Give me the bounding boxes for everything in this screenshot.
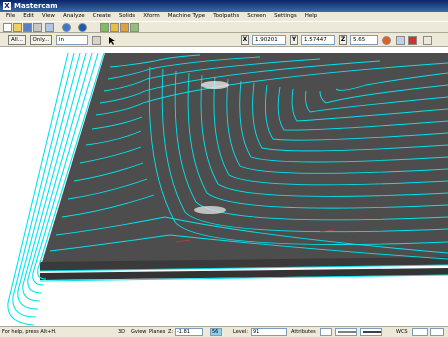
y-axis-label[interactable]: Y [290,35,298,45]
wcs-axis-icon[interactable] [408,36,417,45]
fit-icon[interactable] [78,23,87,32]
part-surface [40,53,448,269]
z-depth-field[interactable]: -1.81 [175,328,203,336]
selection-mode-dropdown[interactable]: in [56,35,88,45]
menu-bar: File Edit View Analyze Create Solids Xfo… [0,12,448,21]
solid-cube-icon[interactable] [100,23,109,32]
autocursor-icon[interactable] [382,36,391,45]
cursor-icon[interactable] [108,36,117,45]
hidden-cube-icon[interactable] [130,23,139,32]
menu-analyze[interactable]: Analyze [59,12,89,21]
level-label: Level: [233,328,248,336]
options-icon[interactable] [423,36,432,45]
select-only-button[interactable]: Only... [30,35,52,45]
open-file-icon[interactable] [13,23,22,32]
attributes-button[interactable]: Attributes [291,328,316,336]
menu-xform[interactable]: Xform [139,12,164,21]
selection-toolbar: All... Only... in X 1.90201 Y 1.57447 Z … [0,33,448,47]
menu-solids[interactable]: Solids [115,12,139,21]
z-axis-label[interactable]: Z [339,35,347,45]
cplane-field[interactable] [430,328,444,336]
3d-button[interactable]: 3D [118,328,125,336]
print-icon[interactable] [33,23,42,32]
color-field[interactable]: 56 [210,328,222,336]
line-width-field[interactable] [360,328,382,336]
wireframe-cube-icon[interactable] [120,23,129,32]
window-title: Mastercam [14,2,58,11]
main-toolbar [0,21,448,33]
y-coordinate-field[interactable]: 1.57447 [301,35,335,45]
menu-screen[interactable]: Screen [243,12,270,21]
gview-button[interactable]: Gview [131,328,146,336]
surface-highlight [201,81,229,89]
status-bar: For help, press Alt+H. 3D Gview Planes Z… [0,326,448,336]
shaded-cube-icon[interactable] [110,23,119,32]
z-depth-label: Z: [168,328,173,336]
x-coordinate-field[interactable]: 1.90201 [252,35,286,45]
menu-machine-type[interactable]: Machine Type [164,12,209,21]
menu-toolpaths[interactable]: Toolpaths [209,12,243,21]
select-all-button[interactable]: All... [8,35,26,45]
line-style-field[interactable] [335,328,357,336]
z-coordinate-field[interactable]: 5.65 [350,35,378,45]
menu-settings[interactable]: Settings [270,12,301,21]
title-bar: X Mastercam [0,0,448,12]
color-swatch-icon[interactable] [92,36,101,45]
x-axis-label[interactable]: X [241,35,249,45]
planes-button[interactable]: Planes [149,328,165,336]
menu-file[interactable]: File [2,12,19,21]
save-icon[interactable] [23,23,32,32]
mastercam-logo-icon: X [3,2,11,10]
menu-edit[interactable]: Edit [19,12,38,21]
level-field[interactable]: 91 [251,328,287,336]
help-status-text: For help, press Alt+H. [2,328,57,336]
point-style-field[interactable] [320,328,332,336]
new-file-icon[interactable] [3,23,12,32]
menu-create[interactable]: Create [89,12,115,21]
graphics-viewport[interactable] [0,47,448,326]
menu-view[interactable]: View [38,12,59,21]
menu-help[interactable]: Help [301,12,322,21]
tplane-field[interactable] [412,328,428,336]
toolpath-view[interactable] [0,47,448,326]
sketch-icon[interactable] [396,36,405,45]
zoom-icon[interactable] [62,23,71,32]
surface-highlight [194,206,226,214]
wcs-button[interactable]: WCS [396,328,408,336]
undo-icon[interactable] [45,23,54,32]
